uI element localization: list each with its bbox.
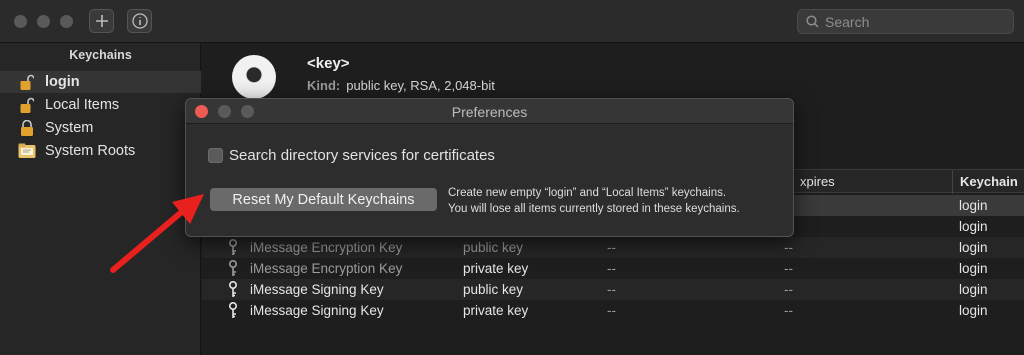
cell-expires: -- bbox=[784, 282, 793, 297]
window-zoom-button[interactable] bbox=[60, 15, 73, 28]
search-placeholder: Search bbox=[825, 13, 870, 30]
key-icon bbox=[229, 302, 237, 318]
window-close-button[interactable] bbox=[14, 15, 27, 28]
cell-expires: -- bbox=[784, 240, 793, 255]
cell-name: iMessage Encryption Key bbox=[250, 261, 403, 276]
add-button[interactable] bbox=[89, 9, 114, 33]
plus-icon bbox=[95, 15, 108, 27]
table-row[interactable]: iMessage Signing Key public key -- -- lo… bbox=[202, 279, 1024, 300]
sidebar-item-label: System bbox=[45, 120, 94, 136]
dialog-title: Preferences bbox=[451, 104, 528, 120]
cell-name: iMessage Signing Key bbox=[250, 282, 384, 297]
reset-description-line-2: You will lose all items currently stored… bbox=[448, 203, 740, 215]
cell-keychain: login bbox=[959, 240, 988, 255]
sidebar-item-label: login bbox=[45, 74, 80, 90]
sidebar-item-local-items[interactable]: Local Items bbox=[0, 94, 201, 116]
table-row[interactable]: iMessage Signing Key private key -- -- l… bbox=[202, 300, 1024, 321]
cell-keychain: login bbox=[959, 261, 988, 276]
cell-keychain: login bbox=[959, 219, 988, 234]
reset-description: Create new empty “login” and “Local Item… bbox=[448, 185, 740, 217]
preferences-dialog: Preferences Search directory services fo… bbox=[185, 98, 794, 237]
search-directory-checkbox[interactable] bbox=[208, 148, 223, 163]
key-icon bbox=[232, 55, 276, 99]
cell-date: -- bbox=[607, 261, 616, 276]
column-header-expires[interactable]: xpires bbox=[800, 174, 835, 189]
search-icon bbox=[806, 15, 819, 28]
search-directory-checkbox-label[interactable]: Search directory services for certificat… bbox=[229, 147, 495, 164]
cell-name: iMessage Signing Key bbox=[250, 303, 384, 318]
cell-kind: public key bbox=[463, 240, 524, 255]
column-header-keychain[interactable]: Keychain bbox=[960, 174, 1018, 189]
item-title: <key> bbox=[307, 55, 350, 72]
item-kind: Kind: public key, RSA, 2,048-bit bbox=[307, 78, 495, 93]
certificate-folder-icon bbox=[18, 142, 36, 160]
cell-name: iMessage Encryption Key bbox=[250, 240, 403, 255]
window-minimize-button[interactable] bbox=[37, 15, 50, 28]
cell-kind: private key bbox=[463, 261, 529, 276]
annotation-arrow-icon bbox=[110, 194, 204, 273]
cell-keychain: login bbox=[959, 303, 988, 318]
table-row[interactable]: iMessage Encryption Key private key -- -… bbox=[202, 258, 1024, 279]
cell-kind: private key bbox=[463, 303, 529, 318]
column-divider[interactable] bbox=[952, 170, 953, 194]
sidebar-item-system[interactable]: System bbox=[0, 117, 201, 139]
window-toolbar: Search bbox=[0, 0, 1024, 43]
search-field[interactable]: Search bbox=[797, 9, 1014, 34]
sidebar-header: Keychains bbox=[69, 48, 132, 62]
cell-keychain: login bbox=[959, 198, 988, 213]
cell-expires: -- bbox=[784, 261, 793, 276]
table-row[interactable]: iMessage Encryption Key public key -- --… bbox=[202, 237, 1024, 258]
cell-kind: public key bbox=[463, 282, 524, 297]
reset-default-keychains-button[interactable]: Reset My Default Keychains bbox=[210, 188, 437, 211]
item-kind-label: Kind: bbox=[307, 78, 341, 93]
cell-date: -- bbox=[607, 303, 616, 318]
dialog-titlebar: Preferences bbox=[186, 99, 793, 124]
reset-description-line-1: Create new empty “login” and “Local Item… bbox=[448, 187, 727, 199]
cell-date: -- bbox=[607, 282, 616, 297]
item-kind-value: public key, RSA, 2,048-bit bbox=[346, 78, 495, 93]
sidebar-item-label: Local Items bbox=[45, 97, 120, 113]
sidebar-item-system-roots[interactable]: System Roots bbox=[0, 140, 201, 162]
unlocked-padlock-icon bbox=[18, 73, 36, 91]
sidebar-item-login[interactable]: login bbox=[0, 71, 201, 93]
info-icon bbox=[131, 13, 148, 29]
locked-padlock-icon bbox=[18, 119, 36, 137]
cell-date: -- bbox=[607, 240, 616, 255]
cell-keychain: login bbox=[959, 282, 988, 297]
unlocked-padlock-icon bbox=[18, 96, 36, 114]
cell-expires: -- bbox=[784, 303, 793, 318]
info-button[interactable] bbox=[127, 9, 152, 33]
sidebar-item-label: System Roots bbox=[45, 143, 136, 159]
